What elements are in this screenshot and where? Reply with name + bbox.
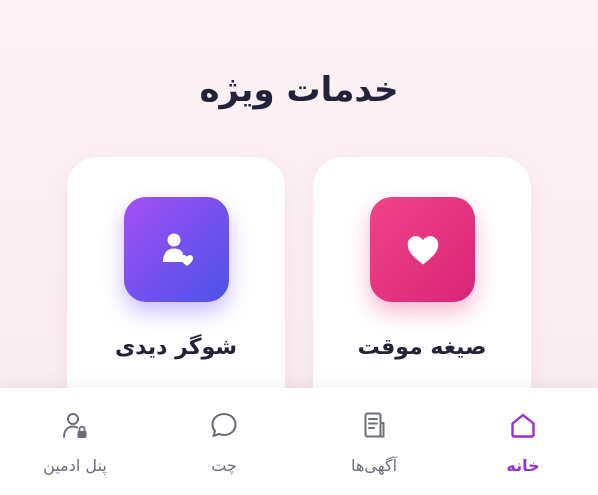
nav-label-admin-panel: پنل ادمین xyxy=(43,456,107,475)
nav-item-ads[interactable]: آگهی‌ها xyxy=(299,388,449,495)
admin-user-lock-icon xyxy=(58,408,92,442)
service-icon-tile xyxy=(370,197,475,302)
nav-label-chat: چت xyxy=(211,456,237,475)
service-card-label: شوگر دیدی xyxy=(115,335,237,360)
user-heart-icon xyxy=(162,233,193,266)
heart-icon xyxy=(407,235,438,265)
page-title: خدمات ویژه xyxy=(199,70,399,110)
nav-item-admin-panel[interactable]: پنل ادمین xyxy=(0,388,150,495)
nav-label-ads: آگهی‌ها xyxy=(350,456,398,475)
service-card-label: صیغه موقت xyxy=(357,335,487,360)
bottom-navigation: خانه آگهی‌ها چت xyxy=(0,388,598,495)
nav-label-home: خانه xyxy=(506,456,540,475)
nav-item-home[interactable]: خانه xyxy=(448,388,598,495)
home-icon xyxy=(506,408,540,442)
service-icon-tile xyxy=(124,197,229,302)
document-icon xyxy=(357,408,391,442)
chat-icon xyxy=(207,408,241,442)
nav-item-chat[interactable]: چت xyxy=(149,388,299,495)
